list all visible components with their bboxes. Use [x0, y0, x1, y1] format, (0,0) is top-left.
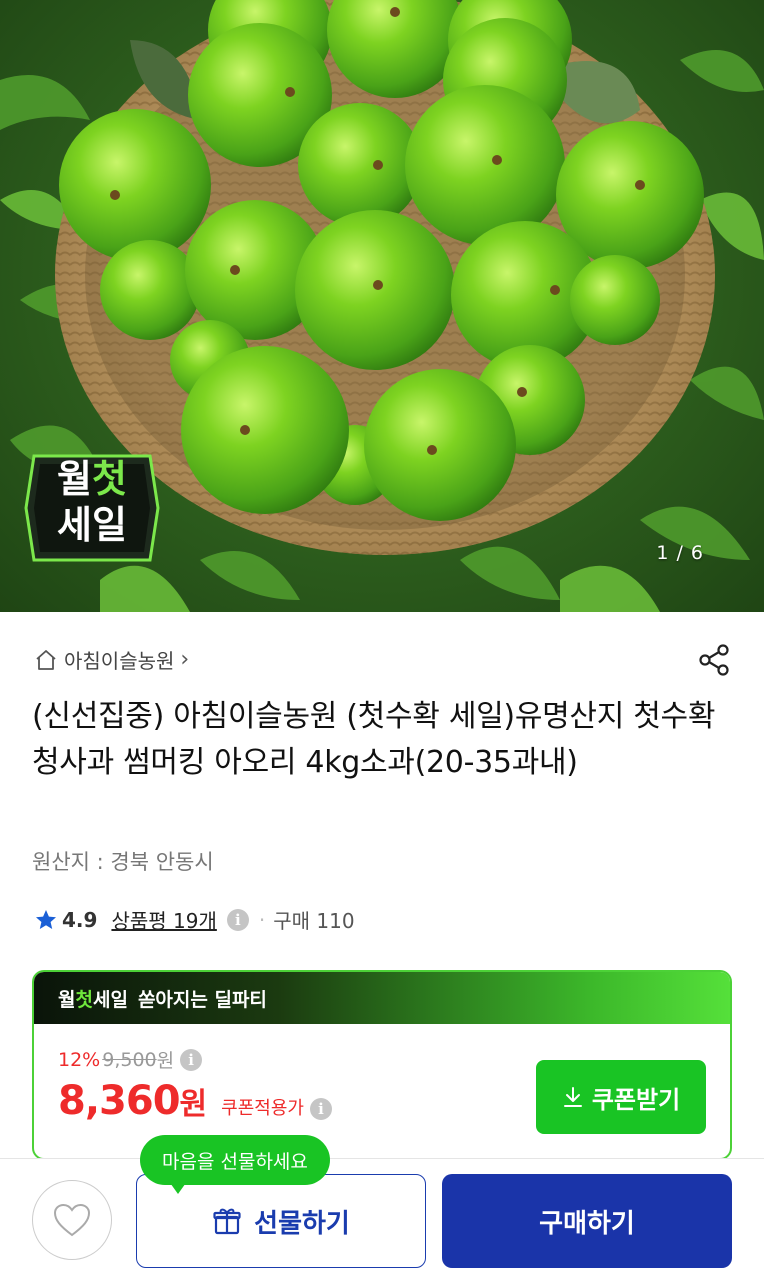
separator-dot: · [258, 907, 266, 932]
deal-banner-first: 첫 [75, 988, 93, 1011]
store-link[interactable]: 아침이슬농원 › [34, 645, 189, 674]
wishlist-button[interactable] [32, 1180, 112, 1260]
product-origin: 원산지 : 경북 안동시 [32, 850, 214, 874]
gift-tooltip-text: 마음을 선물하세요 [162, 1150, 308, 1173]
chevron-right-icon: › [180, 647, 190, 672]
rating-row: 4.9 상품평 19개 i · 구매 110 [34, 905, 355, 934]
share-button[interactable] [694, 640, 734, 680]
coupon-download-button[interactable]: 쿠폰받기 [536, 1060, 706, 1134]
gift-icon [213, 1208, 241, 1235]
share-icon [699, 644, 729, 676]
home-icon [36, 649, 56, 670]
coupon-button-label: 쿠폰받기 [591, 1085, 681, 1114]
price-row: 8,360 원 쿠폰적용가 i [58, 1078, 332, 1124]
discount-rate: 12% [58, 1048, 101, 1071]
sale-price-unit: 원 [179, 1087, 208, 1122]
gift-tooltip: 마음을 선물하세요 [140, 1135, 330, 1185]
product-title: (신선집중) 아침이슬농원 (첫수확 세일)유명산지 첫수확 청사과 썸머킹 아… [32, 699, 716, 780]
image-page-indicator: 1 / 6 [656, 542, 704, 564]
gift-button-label: 선물하기 [254, 1208, 350, 1239]
coupon-price-label: 쿠폰적용가 [221, 1098, 304, 1119]
gift-tooltip-tail [168, 1180, 188, 1194]
download-icon [563, 1087, 582, 1107]
buy-button[interactable]: 구매하기 [442, 1174, 732, 1268]
badge-text-sale: 세일 [57, 503, 127, 547]
deal-banner: 월 첫 세일 쏟아지는 딜파티 [34, 972, 730, 1024]
product-image[interactable]: 월첫 세일 1 / 6 [0, 0, 764, 612]
info-icon[interactable]: i [226, 908, 249, 931]
info-icon[interactable]: i [309, 1098, 332, 1120]
deal-card: 월 첫 세일 쏟아지는 딜파티 12% 9,500 원 i 8,360 원 쿠폰적용… [32, 970, 732, 1160]
deal-banner-tagline: 쏟아지는 딜파티 [137, 988, 267, 1011]
badge-text-month: 월 [57, 457, 92, 501]
badge-text-first: 첫 [92, 457, 127, 501]
sale-price: 8,360 [58, 1078, 181, 1124]
heart-icon [53, 1203, 91, 1237]
star-icon [36, 909, 56, 929]
purchase-count: 구매 110 [273, 909, 355, 933]
deal-banner-month: 월 [58, 988, 76, 1011]
review-count-link[interactable]: 상품평 19개 [111, 905, 216, 934]
monthly-first-sale-badge: 월첫 세일 [22, 448, 162, 568]
store-name: 아침이슬농원 [64, 649, 175, 673]
info-icon[interactable]: i [180, 1048, 203, 1071]
buy-button-label: 구매하기 [539, 1208, 635, 1239]
discount-row: 12% 9,500 원 i [58, 1046, 203, 1073]
original-price: 9,500 [102, 1048, 157, 1071]
original-price-unit: 원 [156, 1050, 175, 1072]
rating-score: 4.9 [62, 907, 98, 932]
deal-banner-sale: 세일 [92, 988, 128, 1011]
